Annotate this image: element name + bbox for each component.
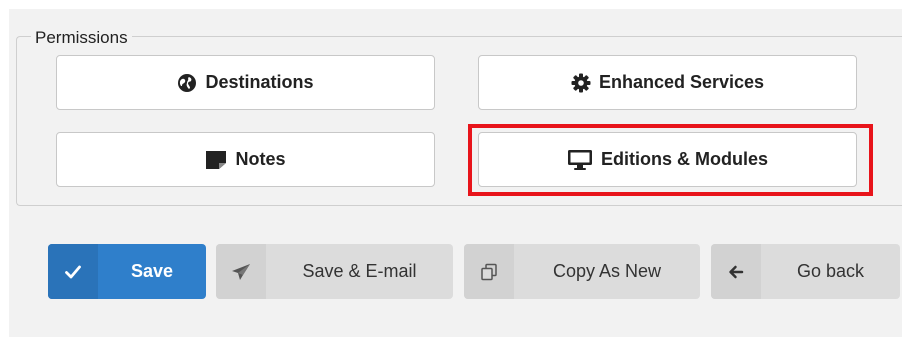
copy-as-new-label: Copy As New bbox=[552, 261, 662, 281]
save-email-button[interactable]: Save & E-mail bbox=[216, 244, 453, 299]
globe-icon bbox=[177, 73, 197, 93]
enhanced-services-button[interactable]: Enhanced Services bbox=[478, 55, 857, 110]
desktop-icon bbox=[567, 149, 593, 171]
save-email-label: Save & E-mail bbox=[302, 261, 417, 281]
checkmark-icon bbox=[48, 244, 98, 299]
copy-as-new-button[interactable]: Copy As New bbox=[464, 244, 700, 299]
go-back-label: Go back bbox=[796, 261, 865, 281]
go-back-button[interactable]: Go back bbox=[711, 244, 900, 299]
editions-modules-label: Editions & Modules bbox=[600, 149, 768, 169]
destinations-label: Destinations bbox=[205, 72, 314, 92]
save-button[interactable]: Save bbox=[48, 244, 206, 299]
notes-button[interactable]: Notes bbox=[56, 132, 435, 187]
sticky-note-icon bbox=[205, 150, 227, 170]
save-label: Save bbox=[130, 261, 174, 281]
destinations-button[interactable]: Destinations bbox=[56, 55, 435, 110]
permissions-legend: Permissions bbox=[31, 28, 132, 48]
paper-plane-icon bbox=[216, 244, 266, 299]
copy-icon bbox=[464, 244, 514, 299]
enhanced-services-label: Enhanced Services bbox=[598, 72, 765, 92]
gear-icon bbox=[571, 73, 591, 93]
editions-modules-button[interactable]: Editions & Modules bbox=[478, 132, 857, 187]
notes-label: Notes bbox=[235, 149, 286, 169]
arrow-left-icon bbox=[711, 244, 761, 299]
